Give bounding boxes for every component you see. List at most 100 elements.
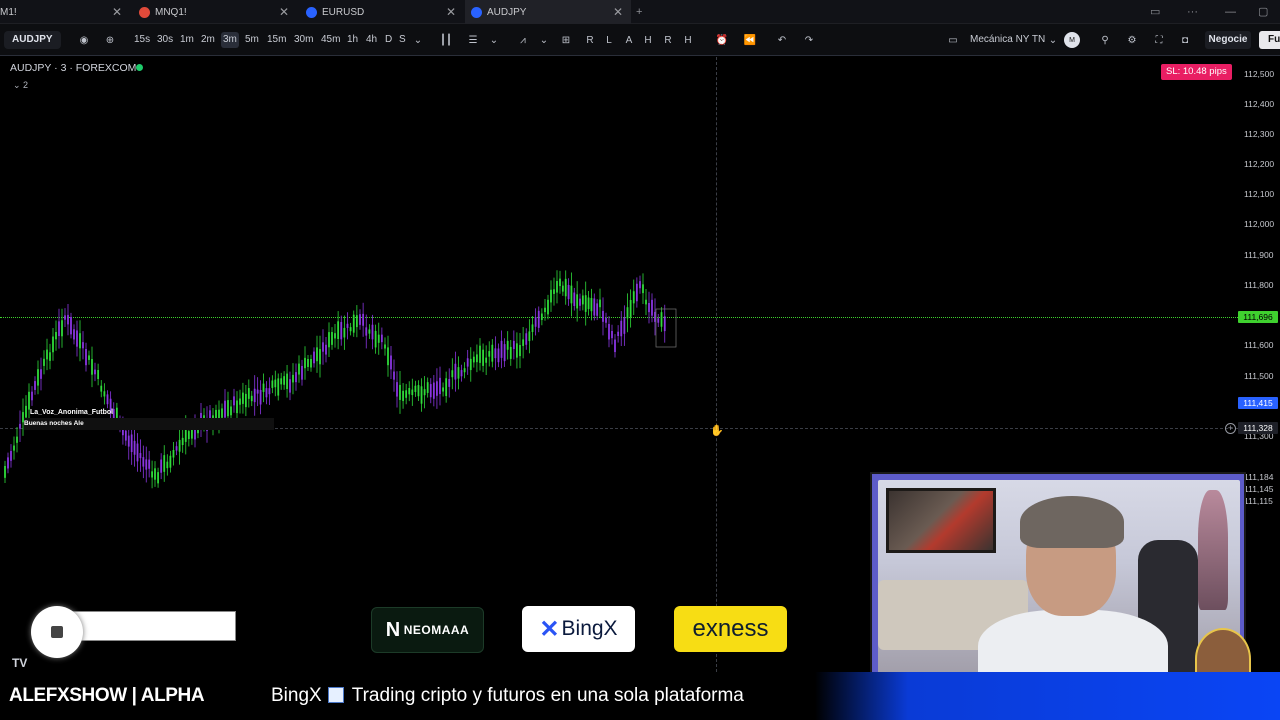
channel-brand: ALEFXSHOW | ALPHA TRADERS xyxy=(0,672,268,720)
m-badge[interactable]: M xyxy=(1064,32,1080,48)
candle-body xyxy=(485,357,488,363)
candle-body xyxy=(340,322,343,340)
candle-body xyxy=(61,320,63,337)
browser-tab[interactable]: M1! ✕ xyxy=(0,0,130,24)
timeframe-2m[interactable]: 2m xyxy=(201,32,215,48)
candle-body xyxy=(648,303,650,313)
publish-button[interactable]: Fu xyxy=(1259,31,1280,49)
candle-body xyxy=(550,289,552,303)
close-icon[interactable]: ✕ xyxy=(446,5,456,19)
timeframe-30s[interactable]: 30s xyxy=(157,32,173,48)
candle-body xyxy=(46,349,48,360)
replay-h-button[interactable]: H xyxy=(640,32,656,48)
timeframe-1h[interactable]: 1h xyxy=(347,32,358,48)
candle-body xyxy=(509,346,512,359)
browser-tab[interactable]: MNQ1! ✕ xyxy=(131,0,297,24)
candle-body xyxy=(635,283,638,302)
add-symbol-icon[interactable]: ⊕ xyxy=(102,32,118,48)
person-hair xyxy=(1020,496,1124,548)
timeframe-1m[interactable]: 1m xyxy=(180,32,194,48)
candlestick-series xyxy=(4,270,677,489)
timeframe-3m[interactable]: 3m xyxy=(221,32,239,48)
candle-body xyxy=(420,386,423,404)
price-tick: 112,500 xyxy=(1244,69,1275,79)
timeframe-15m[interactable]: 15m xyxy=(267,32,286,48)
candle-body xyxy=(596,303,599,316)
browser-tab-active[interactable]: AUDJPY ✕ xyxy=(465,0,631,24)
replay-icon[interactable]: ⏪ xyxy=(742,32,758,48)
ticker-message: Trading cripto y futuros en una sola pla… xyxy=(351,685,744,706)
chevron-down-icon[interactable]: ⌄ xyxy=(1045,32,1061,48)
candle-body xyxy=(178,439,181,452)
candle-body xyxy=(127,435,130,447)
new-tab-icon[interactable]: + xyxy=(636,5,642,19)
browser-tab[interactable]: EURUSD ✕ xyxy=(298,0,464,24)
maximize-icon[interactable]: ▢ xyxy=(1258,5,1268,19)
timeframe-4h[interactable]: 4h xyxy=(366,32,377,48)
timeframe-s[interactable]: S xyxy=(399,32,406,48)
candle-body xyxy=(528,331,531,342)
candle-body xyxy=(271,380,274,388)
chart-type-icon[interactable]: ⩘ xyxy=(515,32,531,48)
fullscreen-icon[interactable]: ⛶ xyxy=(1151,32,1167,48)
close-icon[interactable]: ✕ xyxy=(279,5,289,19)
replay-l-button[interactable]: L xyxy=(601,32,617,48)
candles-icon[interactable]: ┃┃ xyxy=(438,32,454,48)
candle-body xyxy=(82,342,84,349)
candle-body xyxy=(4,465,6,478)
candle-body xyxy=(58,321,60,337)
candle-body xyxy=(629,299,632,317)
candle-body xyxy=(10,451,12,461)
candle-body xyxy=(396,382,398,397)
candle-body xyxy=(639,281,641,289)
price-tick: 111,600 xyxy=(1244,340,1274,350)
candle-body xyxy=(417,385,420,397)
minimize-icon[interactable]: — xyxy=(1225,5,1236,19)
candle-body xyxy=(377,334,380,343)
candle-body xyxy=(325,344,327,355)
timeframe-45m[interactable]: 45m xyxy=(321,32,340,48)
chat-username: La_Voz_Anonima_Futbol xyxy=(30,409,114,416)
replay-h2-button[interactable]: H xyxy=(680,32,696,48)
chevron-down-icon[interactable]: ⌄ xyxy=(410,32,426,48)
chevron-down-icon[interactable]: ⌄ xyxy=(486,32,502,48)
close-icon[interactable]: ✕ xyxy=(112,5,122,19)
trade-button[interactable]: Negocie xyxy=(1205,31,1251,49)
candle-body xyxy=(40,369,42,379)
indicator-collapse-button[interactable]: ⌄ 2 xyxy=(13,80,28,91)
add-alert-icon[interactable]: + xyxy=(1225,423,1236,434)
candle-body xyxy=(310,359,312,368)
candle-body xyxy=(374,330,377,348)
timeframe-15s[interactable]: 15s xyxy=(134,32,150,48)
camera-icon[interactable]: ◘ xyxy=(1177,32,1193,48)
candle-body xyxy=(491,344,494,362)
candle-body xyxy=(605,317,607,323)
indicators-icon[interactable]: ☰ xyxy=(465,32,481,48)
timeframe-5m[interactable]: 5m xyxy=(245,32,259,48)
candle-body xyxy=(334,333,336,339)
alert-icon[interactable]: ⏰ xyxy=(714,32,730,48)
candle-body xyxy=(573,292,576,306)
layout-name[interactable]: Mecánica NY TN xyxy=(970,32,1045,48)
symbol-search-button[interactable]: AUDJPY xyxy=(4,31,61,49)
compare-icon[interactable]: ◉ xyxy=(76,32,92,48)
screen-icon[interactable]: ▭ xyxy=(1150,5,1160,19)
search-icon[interactable]: ⚲ xyxy=(1097,32,1113,48)
layout-grid-icon[interactable]: ⊞ xyxy=(558,32,574,48)
replay-a-button[interactable]: A xyxy=(621,32,637,48)
undo-icon[interactable]: ↶ xyxy=(774,32,790,48)
replay-r-button[interactable]: R xyxy=(582,32,598,48)
settings-icon[interactable]: ⚙ xyxy=(1124,32,1140,48)
timeframe-30m[interactable]: 30m xyxy=(294,32,313,48)
replay-r2-button[interactable]: R xyxy=(660,32,676,48)
redo-icon[interactable]: ↷ xyxy=(801,32,817,48)
tab-label: EURUSD xyxy=(322,6,365,18)
candle-body xyxy=(230,406,232,416)
candle-body xyxy=(384,344,386,349)
close-icon[interactable]: ✕ xyxy=(613,5,623,19)
layout-icon[interactable]: ▭ xyxy=(945,32,961,48)
chevron-down-icon[interactable]: ⌄ xyxy=(536,32,552,48)
candle-body xyxy=(651,299,653,316)
timeframe-d[interactable]: D xyxy=(385,32,392,48)
more-icon[interactable]: ··· xyxy=(1187,5,1198,19)
